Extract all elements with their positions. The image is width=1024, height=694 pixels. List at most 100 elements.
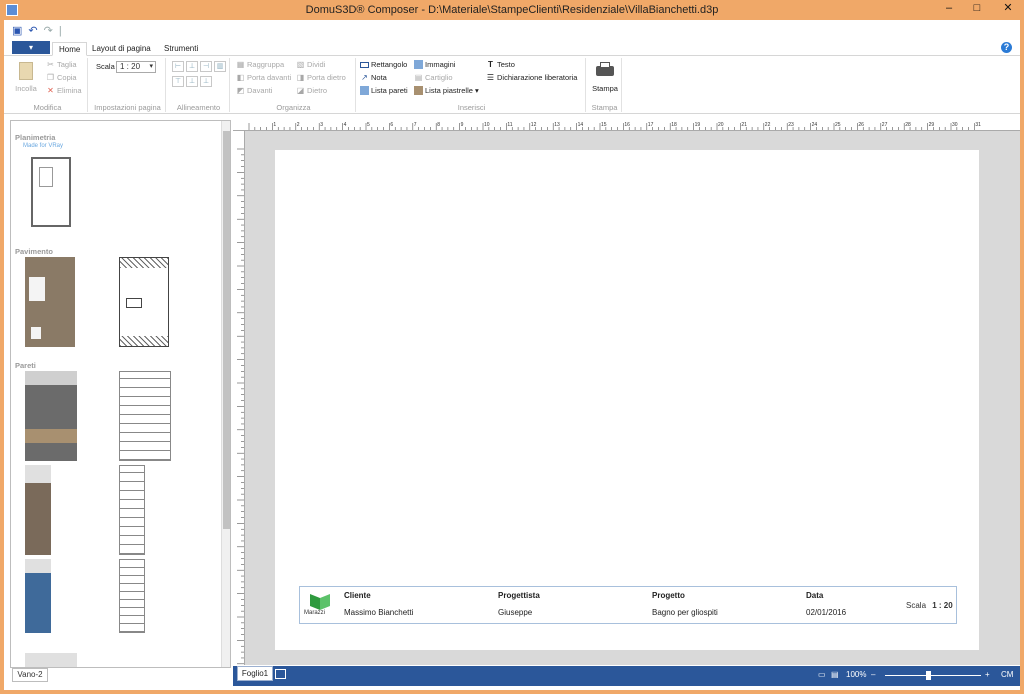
project-value: Bagno per gliospiti bbox=[652, 608, 718, 617]
floor-render-thumbnail[interactable] bbox=[25, 257, 75, 347]
align-top-icon[interactable]: ⊤ bbox=[172, 76, 184, 87]
align-middle-icon[interactable]: ⊥ bbox=[186, 76, 198, 87]
text-icon: T bbox=[488, 60, 493, 69]
wall-plan-thumbnail-2[interactable] bbox=[119, 465, 145, 555]
section-pareti: Pareti bbox=[15, 361, 36, 370]
sheet-page[interactable]: Marazzi Cliente Massimo Bianchetti Proge… bbox=[275, 150, 979, 650]
page-view-icon[interactable]: ▭ bbox=[818, 670, 826, 679]
group-label-inserisci: Inserisci bbox=[457, 103, 486, 112]
ruler-label: 22 bbox=[765, 122, 771, 128]
ungroup-button[interactable]: ▧ Dividi bbox=[296, 60, 326, 69]
ruler-label: 3 bbox=[320, 122, 323, 128]
close-button[interactable]: ✕ bbox=[992, 0, 1024, 18]
wall-list-icon bbox=[360, 86, 369, 95]
panel-scrollbar-thumb[interactable] bbox=[223, 131, 230, 529]
logo-text: Marazzi bbox=[304, 610, 326, 616]
redo-icon[interactable]: ↷ bbox=[44, 24, 53, 38]
group-stampa: Stampa Stampa bbox=[588, 58, 622, 112]
copy-button[interactable]: ❐ Copia bbox=[46, 73, 77, 82]
zoom-in-icon[interactable]: + bbox=[985, 670, 990, 679]
minimize-button[interactable]: – bbox=[936, 0, 962, 18]
group-modifica: Incolla ✂ Taglia ❐ Copia ✕ Elimina Modifica bbox=[8, 58, 88, 112]
text-button[interactable]: T Testo bbox=[486, 60, 515, 69]
wall-plan-thumbnail-3[interactable] bbox=[119, 559, 145, 633]
title-block-scale-label: Scala bbox=[906, 601, 927, 610]
delete-icon: ✕ bbox=[47, 86, 54, 95]
date-value: 02/01/2016 bbox=[806, 608, 847, 617]
align-left-icon[interactable]: ⊢ bbox=[172, 61, 184, 72]
images-button[interactable]: Immagini bbox=[414, 60, 455, 69]
vertical-ruler bbox=[233, 131, 245, 665]
title-block-button[interactable]: ▤ Cartiglio bbox=[414, 73, 453, 82]
bring-to-front-button[interactable]: ◧ Porta davanti bbox=[236, 73, 291, 82]
align-center-icon[interactable]: ⊥ bbox=[186, 61, 198, 72]
align-right-icon[interactable]: ⊣ bbox=[200, 61, 212, 72]
disclaimer-icon: ☰ bbox=[486, 73, 495, 82]
file-menu-button[interactable]: ▾ bbox=[12, 41, 50, 54]
zoom-slider-thumb[interactable] bbox=[926, 671, 932, 680]
tab-vano-2[interactable]: Vano-2 bbox=[12, 668, 48, 682]
thumbnail-caption: Made for VRay bbox=[23, 143, 64, 149]
cut-button[interactable]: ✂ Taglia bbox=[46, 60, 76, 69]
group-button[interactable]: ▦ Raggruppa bbox=[236, 60, 284, 69]
tab-foglio1[interactable]: Foglio1 bbox=[237, 666, 273, 681]
client-label: Cliente bbox=[344, 591, 371, 600]
qat-separator: | bbox=[58, 25, 62, 37]
section-planimetria: Planimetria bbox=[15, 133, 56, 142]
app-window: DomuS3D® Composer - D:\Materiale\StampeC… bbox=[0, 0, 1024, 694]
planimetria-thumbnail[interactable]: Made for VRay bbox=[21, 143, 77, 233]
image-icon bbox=[414, 60, 423, 69]
multi-page-icon[interactable]: ▤ bbox=[831, 670, 839, 679]
client-area: ▣ ↶ ↷ | ▾ Home Layout di pagina Strument… bbox=[4, 20, 1020, 690]
ruler-label: 17 bbox=[648, 122, 654, 128]
note-button[interactable]: ↗ Nota bbox=[360, 73, 387, 82]
wall-render-thumbnail-3[interactable] bbox=[25, 559, 51, 633]
zoom-out-icon[interactable]: – bbox=[871, 670, 875, 679]
wall-plan-thumbnail-1[interactable] bbox=[119, 371, 171, 461]
scale-select[interactable]: 1 : 20 ▾ bbox=[116, 61, 156, 73]
bring-forward-button[interactable]: ◩ Davanti bbox=[236, 86, 273, 95]
ruler-label: 18 bbox=[671, 122, 677, 128]
tab-home[interactable]: Home bbox=[52, 42, 88, 56]
delete-button[interactable]: ✕ Elimina bbox=[46, 86, 81, 95]
save-icon[interactable]: ▣ bbox=[12, 24, 22, 38]
align-bottom-icon[interactable]: ⊥ bbox=[200, 76, 212, 87]
wall-render-thumbnail-1[interactable] bbox=[25, 371, 77, 461]
print-label: Stampa bbox=[592, 84, 618, 93]
rectangle-button[interactable]: Rettangolo bbox=[360, 60, 407, 69]
tile-list-button[interactable]: Lista piastrelle ▾ bbox=[414, 86, 479, 95]
note-icon: ↗ bbox=[361, 73, 368, 82]
wall-render-thumbnail-4[interactable] bbox=[25, 653, 77, 667]
add-sheet-icon[interactable] bbox=[275, 669, 286, 679]
window-title: DomuS3D® Composer - D:\Materiale\StampeC… bbox=[305, 4, 719, 16]
floor-plan-thumbnail[interactable] bbox=[119, 257, 169, 347]
copy-icon: ❐ bbox=[46, 73, 55, 82]
wall-render-thumbnail-2[interactable] bbox=[25, 465, 51, 555]
group-label-organizza: Organizza bbox=[276, 103, 311, 112]
title-block-label: Cartiglio bbox=[425, 73, 453, 82]
disclaimer-button[interactable]: ☰ Dichiarazione liberatoria bbox=[486, 73, 578, 82]
help-icon[interactable]: ? bbox=[1001, 42, 1012, 53]
title-block[interactable]: Marazzi Cliente Massimo Bianchetti Proge… bbox=[299, 586, 957, 624]
distribute-icon[interactable]: ▥ bbox=[214, 61, 226, 72]
send-backward-button[interactable]: ◪ Dietro bbox=[296, 86, 327, 95]
panel-scrollbar[interactable] bbox=[221, 121, 230, 667]
tab-strumenti[interactable]: Strumenti bbox=[158, 42, 204, 56]
paste-button[interactable]: Incolla bbox=[14, 60, 38, 93]
thumbnail-panel: Planimetria Made for VRay Pavimento Pare… bbox=[10, 120, 231, 668]
zoom-slider[interactable] bbox=[885, 675, 981, 676]
send-to-back-button[interactable]: ◨ Porta dietro bbox=[296, 73, 346, 82]
group-label-modifica: Modifica bbox=[33, 103, 62, 112]
ruler-label: 28 bbox=[905, 122, 911, 128]
tab-layout-di-pagina[interactable]: Layout di pagina bbox=[86, 42, 157, 56]
page-canvas[interactable]: 1 2 3 4 5 6 7 8 9 10 11 12 13 14 15 16 17 18 19 20 21 22 23 24 2… bbox=[233, 119, 1020, 665]
undo-icon[interactable]: ↶ bbox=[28, 24, 37, 38]
ruler-label: 14 bbox=[578, 122, 584, 128]
tile-list-label: Lista piastrelle bbox=[425, 86, 473, 95]
wall-list-label: Lista pareti bbox=[371, 86, 408, 95]
print-button[interactable]: Stampa bbox=[590, 60, 620, 93]
group-inserisci: Rettangolo Immagini T Testo ↗ Nota ▤ Cartig… bbox=[358, 58, 586, 112]
group-label-impostazioni: Impostazioni pagina bbox=[94, 103, 161, 112]
maximize-button[interactable]: □ bbox=[964, 0, 990, 18]
wall-list-button[interactable]: Lista pareti bbox=[360, 86, 408, 95]
